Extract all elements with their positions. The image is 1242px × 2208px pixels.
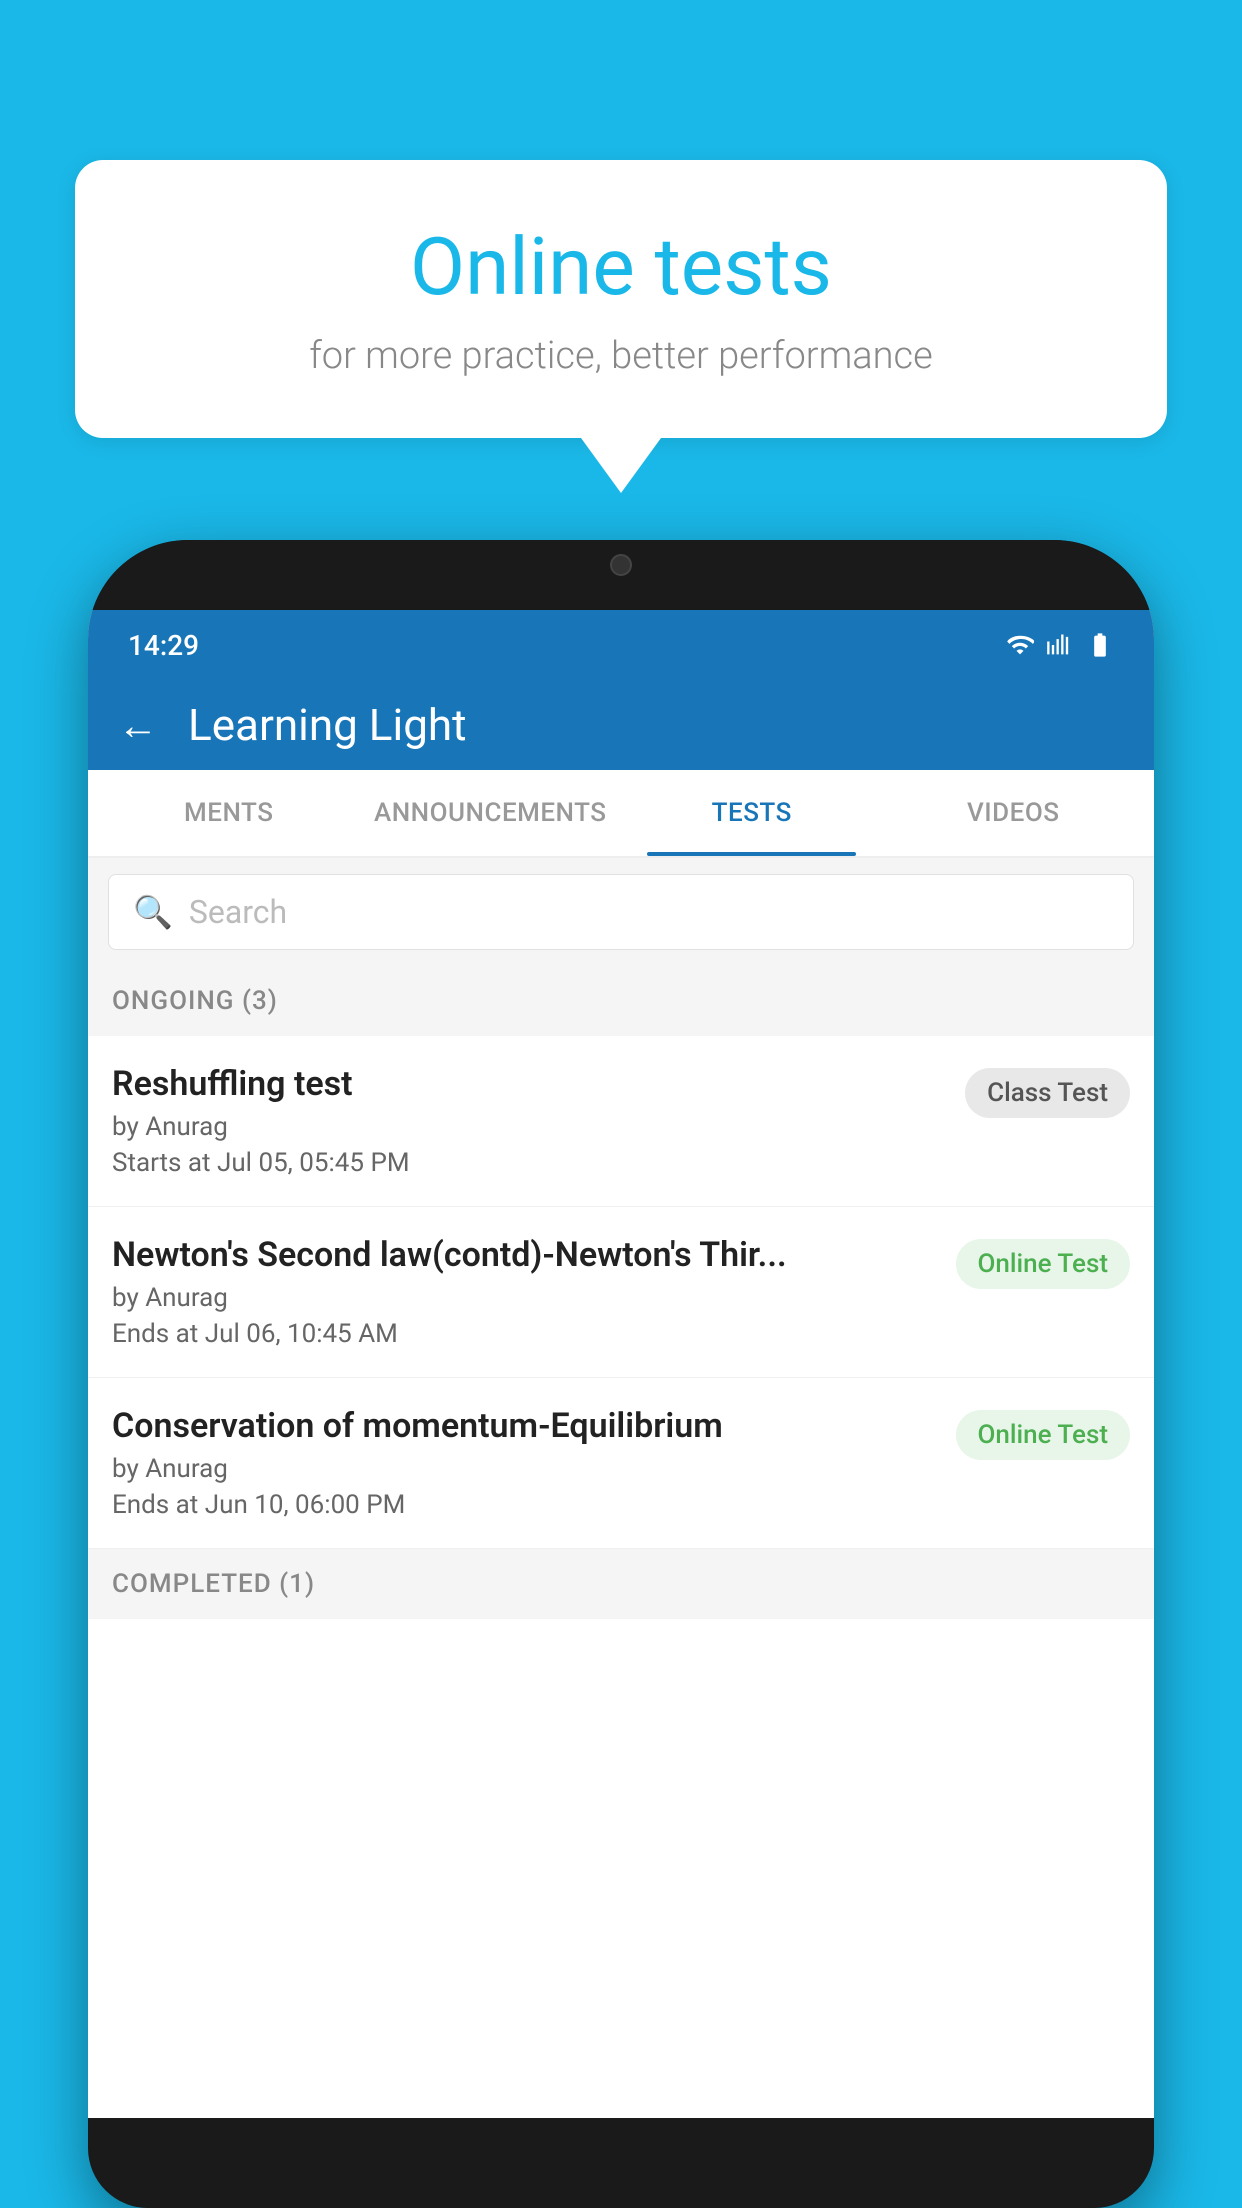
tab-tests[interactable]: TESTS	[621, 770, 883, 856]
status-time: 14:29	[128, 629, 199, 662]
speech-bubble-tail	[581, 438, 661, 493]
test-item-2[interactable]: Newton's Second law(contd)-Newton's Thir…	[88, 1207, 1154, 1378]
test-time-2: Ends at Jul 06, 10:45 AM	[112, 1319, 940, 1349]
test-badge-1: Class Test	[965, 1068, 1130, 1118]
phone-top-area	[88, 540, 1154, 610]
speech-bubble: Online tests for more practice, better p…	[75, 160, 1167, 438]
status-icons	[1006, 631, 1114, 659]
camera-dot	[610, 554, 632, 576]
search-input[interactable]: Search	[189, 893, 287, 931]
test-info-1: Reshuffling test by Anurag Starts at Jul…	[112, 1064, 949, 1178]
ongoing-section-title: ONGOING (3)	[112, 986, 278, 1016]
tab-ments[interactable]: MENTS	[98, 770, 360, 856]
test-by-1: by Anurag	[112, 1112, 949, 1142]
phone-frame: 14:29 ← Learning Light	[88, 540, 1154, 2208]
completed-section-title: COMPLETED (1)	[112, 1569, 315, 1599]
test-name-3: Conservation of momentum-Equilibrium	[112, 1406, 940, 1446]
notch	[541, 540, 701, 590]
completed-section-header: COMPLETED (1)	[88, 1549, 1154, 1619]
test-by-2: by Anurag	[112, 1283, 940, 1313]
speech-bubble-container: Online tests for more practice, better p…	[75, 160, 1167, 493]
back-button[interactable]: ←	[118, 702, 158, 749]
test-list: Reshuffling test by Anurag Starts at Jul…	[88, 1036, 1154, 1549]
test-time-1: Starts at Jul 05, 05:45 PM	[112, 1148, 949, 1178]
bubble-title: Online tests	[155, 220, 1087, 314]
test-name-2: Newton's Second law(contd)-Newton's Thir…	[112, 1235, 940, 1275]
signal-icon	[1046, 631, 1074, 659]
search-bar[interactable]: 🔍 Search	[108, 874, 1134, 950]
search-icon: 🔍	[133, 893, 173, 931]
tab-announcements[interactable]: ANNOUNCEMENTS	[360, 770, 622, 856]
test-badge-3: Online Test	[956, 1410, 1131, 1460]
test-info-2: Newton's Second law(contd)-Newton's Thir…	[112, 1235, 940, 1349]
test-info-3: Conservation of momentum-Equilibrium by …	[112, 1406, 940, 1520]
test-badge-2: Online Test	[956, 1239, 1131, 1289]
test-time-3: Ends at Jun 10, 06:00 PM	[112, 1490, 940, 1520]
app-header: ← Learning Light	[88, 680, 1154, 770]
test-item-1[interactable]: Reshuffling test by Anurag Starts at Jul…	[88, 1036, 1154, 1207]
tabs-container: MENTS ANNOUNCEMENTS TESTS VIDEOS	[88, 770, 1154, 858]
bubble-subtitle: for more practice, better performance	[155, 334, 1087, 378]
test-by-3: by Anurag	[112, 1454, 940, 1484]
test-name-1: Reshuffling test	[112, 1064, 949, 1104]
wifi-icon	[1006, 631, 1034, 659]
phone-screen: 14:29 ← Learning Light	[88, 610, 1154, 2118]
app-title: Learning Light	[188, 699, 467, 751]
test-item-3[interactable]: Conservation of momentum-Equilibrium by …	[88, 1378, 1154, 1549]
tab-videos[interactable]: VIDEOS	[883, 770, 1145, 856]
ongoing-section-header: ONGOING (3)	[88, 966, 1154, 1036]
status-bar: 14:29	[88, 610, 1154, 680]
battery-icon	[1086, 631, 1114, 659]
search-container: 🔍 Search	[88, 858, 1154, 966]
